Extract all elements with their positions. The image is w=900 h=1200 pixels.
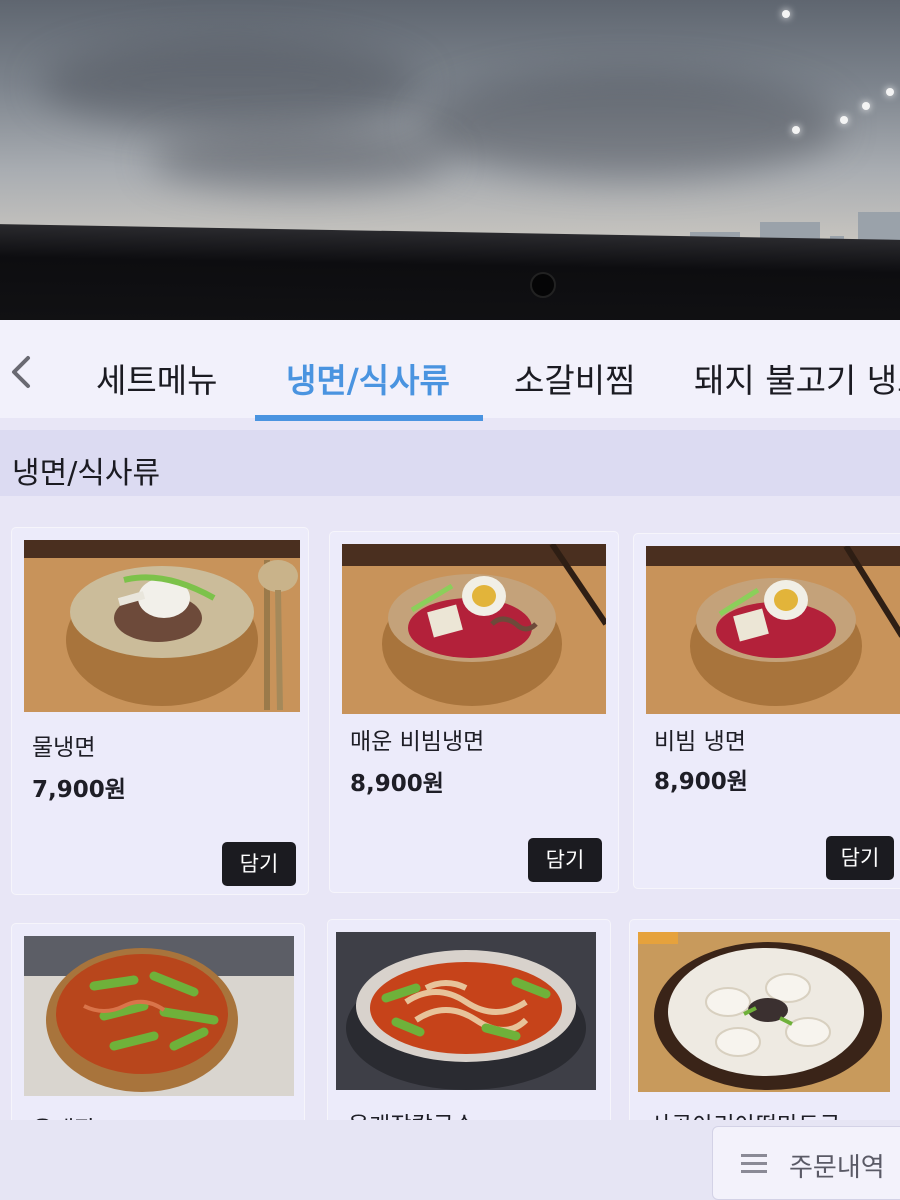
- active-tab-indicator: [255, 415, 483, 421]
- add-to-cart-button[interactable]: 담기: [222, 842, 296, 886]
- add-to-cart-button[interactable]: 담기: [826, 836, 894, 880]
- section-title: 냉면/식사류: [12, 456, 161, 491]
- menu-item-price: 8,900원: [654, 769, 748, 795]
- tab-braised-short-ribs[interactable]: 소갈비찜: [514, 354, 635, 402]
- menu-item-name: 물냉면: [32, 735, 96, 761]
- kiosk-screen: 세트메뉴 냉면/식사류 소갈비찜 돼지 불고기 냉스 냉면/식사류: [0, 320, 900, 1200]
- menu-item-name: 매운 비빔냉면: [350, 729, 485, 755]
- background-sky: [0, 0, 900, 252]
- food-photo: [342, 544, 606, 714]
- tab-naengmyeon-meals[interactable]: 냉면/식사류: [286, 354, 450, 402]
- category-tab-bar: 세트메뉴 냉면/식사류 소갈비찜 돼지 불고기 냉스: [0, 320, 900, 421]
- section-header: 냉면/식사류: [0, 430, 900, 496]
- order-history-button[interactable]: 주문내역: [712, 1126, 900, 1200]
- food-photo: [336, 932, 596, 1090]
- tab-pork-bulgogi[interactable]: 돼지 불고기 냉스: [694, 354, 900, 402]
- food-photo: [24, 540, 300, 712]
- food-photo: [638, 932, 890, 1092]
- kiosk-camera: [530, 272, 556, 298]
- tab-set-menu[interactable]: 세트메뉴: [96, 354, 217, 402]
- food-photo: [646, 546, 900, 714]
- back-chevron-icon[interactable]: [6, 352, 36, 392]
- list-icon: [741, 1153, 767, 1175]
- menu-item-price: 8,900원: [350, 771, 444, 797]
- menu-card[interactable]: 매운 비빔냉면 8,900원 담기: [330, 532, 618, 892]
- menu-item-price: 7,900원: [32, 777, 126, 803]
- menu-card[interactable]: 물냉면 7,900원 담기: [12, 528, 308, 894]
- menu-card[interactable]: 비빔 냉면 8,900원 담기: [634, 534, 900, 888]
- menu-item-name: 비빔 냉면: [654, 729, 746, 755]
- add-to-cart-button[interactable]: 담기: [528, 838, 602, 882]
- order-history-label: 주문내역: [789, 1153, 885, 1183]
- menu-grid: 물냉면 7,900원 담기 매운 비빔냉면 8,900원 담기 비빔 냉면 8,…: [0, 500, 900, 1200]
- food-photo: [24, 936, 294, 1096]
